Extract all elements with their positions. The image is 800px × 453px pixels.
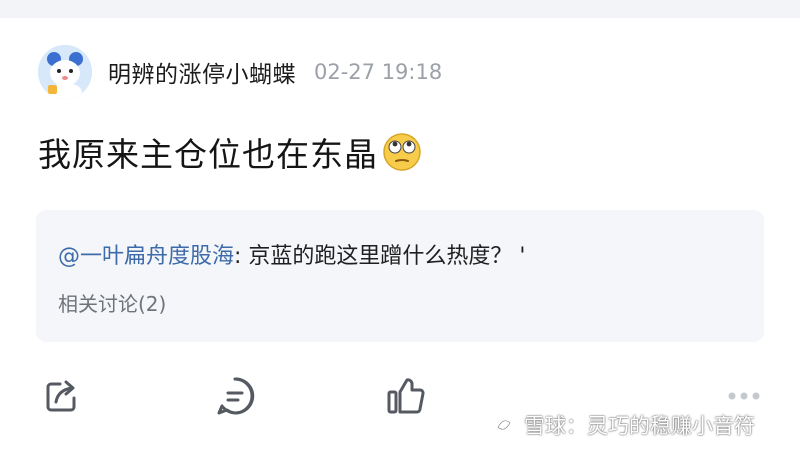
share-button[interactable] [40, 372, 84, 420]
like-button[interactable] [384, 372, 428, 420]
comment-button[interactable] [213, 372, 257, 420]
quoted-text: 京蓝的跑这里蹭什么热度？ ' [248, 244, 526, 269]
post-header: 明辨的涨停小蝴蝶 02-27 19:18 [38, 44, 442, 100]
watermark-text: 雪球：灵巧的稳赚小音符 [524, 414, 755, 438]
top-divider-strip [0, 0, 800, 18]
like-icon [387, 378, 425, 414]
quote-separator: : [234, 244, 249, 269]
quoted-comment: @一叶扁舟度股海: 京蓝的跑这里蹭什么热度？ ' [58, 238, 525, 270]
comment-icon [217, 377, 255, 415]
author-name[interactable]: 明辨的涨停小蝴蝶 [108, 55, 296, 89]
more-icon [728, 392, 760, 400]
rolling-eyes-emoji-icon [383, 133, 421, 171]
post-timestamp: 02-27 19:18 [314, 60, 443, 84]
avatar[interactable] [38, 45, 92, 99]
related-discussion-link[interactable]: 相关讨论(2) [58, 288, 166, 317]
xueqiu-logo-icon [490, 411, 518, 439]
quoted-author-link[interactable]: @一叶扁舟度股海 [58, 244, 234, 269]
quoted-comment-card[interactable]: @一叶扁舟度股海: 京蓝的跑这里蹭什么热度？ ' 相关讨论(2) [36, 210, 764, 342]
share-icon [46, 380, 76, 412]
xueqiu-watermark: 雪球：灵巧的稳赚小音符 [490, 410, 755, 440]
post-text: 我原来主仓位也在东晶 [38, 135, 378, 174]
post-body: 我原来主仓位也在东晶 [38, 128, 422, 176]
